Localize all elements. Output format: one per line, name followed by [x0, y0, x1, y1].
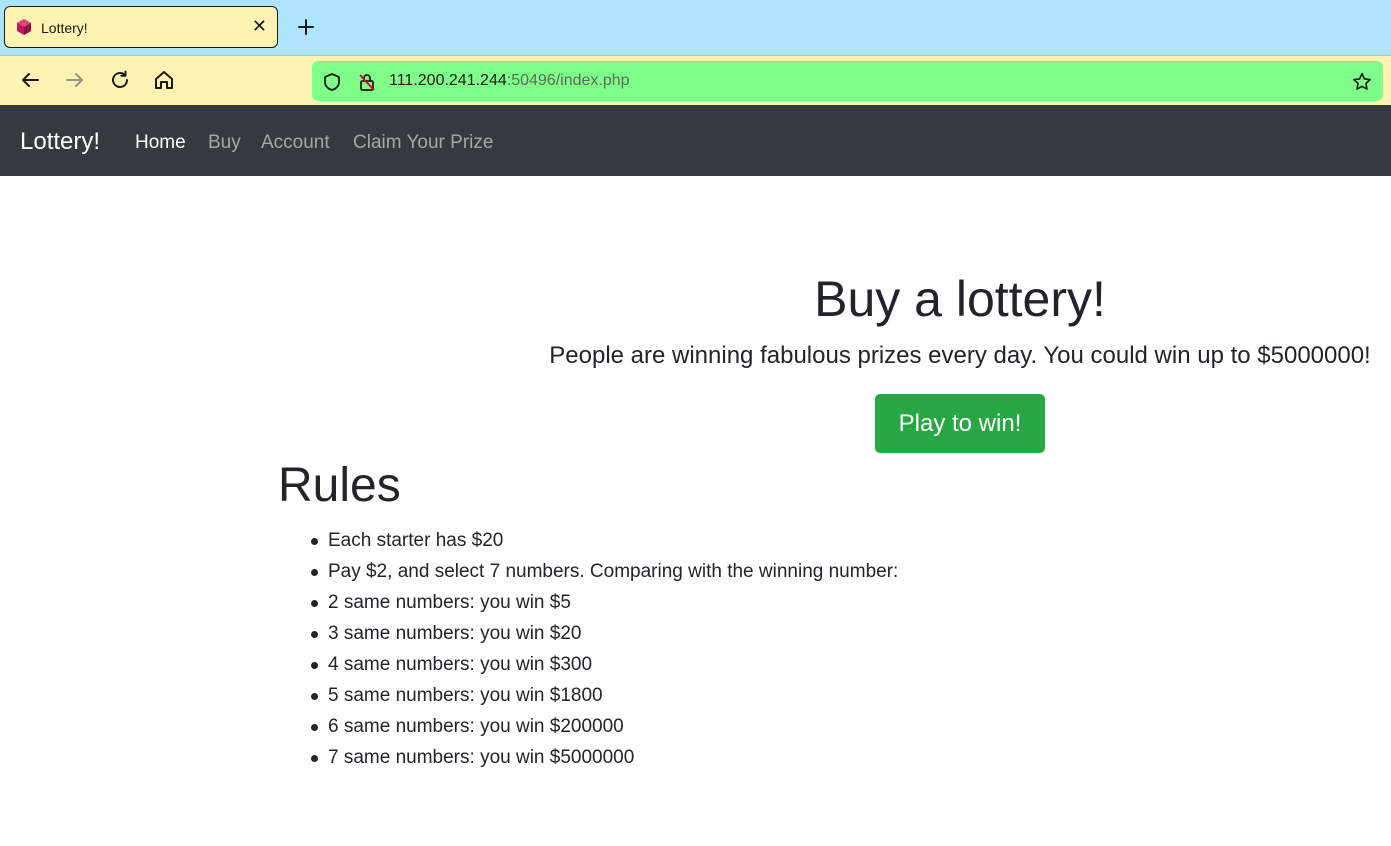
- rule-item: Pay $2, and select 7 numbers. Comparing …: [310, 556, 898, 587]
- rule-item: Each starter has $20: [310, 525, 898, 556]
- rule-item: 6 same numbers: you win $200000: [310, 711, 898, 742]
- rule-item: 5 same numbers: you win $1800: [310, 680, 898, 711]
- rule-item: 7 same numbers: you win $5000000: [310, 742, 898, 773]
- rules-heading: Rules: [278, 459, 401, 512]
- tab-title: Lottery!: [41, 20, 88, 36]
- plus-icon[interactable]: [294, 15, 318, 39]
- url-host: 111.200.241.244: [389, 72, 507, 89]
- hexagon-favicon-icon: [17, 19, 31, 35]
- nav-item-home[interactable]: Home: [135, 131, 186, 155]
- rule-item: 2 same numbers: you win $5: [310, 587, 898, 618]
- site-navbar: Lottery! Home Buy Account Claim Your Pri…: [0, 105, 1391, 176]
- browser-toolbar: 111.200.241.244:50496/index.php: [0, 55, 1391, 105]
- rule-item: 4 same numbers: you win $300: [310, 649, 898, 680]
- rule-item: 3 same numbers: you win $20: [310, 618, 898, 649]
- url-path: :50496/index.php: [506, 72, 630, 89]
- hero-lead: People are winning fabulous prizes every…: [549, 342, 1371, 369]
- hero-title: Buy a lottery!: [814, 271, 1106, 327]
- url-text[interactable]: 111.200.241.244:50496/index.php: [389, 71, 630, 91]
- browser-tabstrip: Lottery! ✕: [0, 0, 1391, 55]
- nav-item-buy[interactable]: Buy: [208, 131, 241, 155]
- shield-icon[interactable]: [322, 72, 342, 92]
- url-bar[interactable]: 111.200.241.244:50496/index.php: [312, 61, 1383, 101]
- arrow-right-icon[interactable]: [63, 68, 87, 92]
- arrow-left-icon[interactable]: [18, 68, 42, 92]
- reload-icon[interactable]: [108, 68, 132, 92]
- star-icon[interactable]: [1351, 71, 1373, 93]
- close-icon[interactable]: ✕: [252, 16, 267, 36]
- nav-item-account[interactable]: Account: [261, 131, 330, 155]
- home-icon[interactable]: [152, 68, 176, 92]
- lock-slash-icon[interactable]: [357, 72, 377, 92]
- rules-list: Each starter has $20 Pay $2, and select …: [288, 525, 898, 773]
- navbar-brand[interactable]: Lottery!: [20, 127, 100, 157]
- nav-item-claim-your-prize[interactable]: Claim Your Prize: [353, 131, 493, 155]
- browser-tab[interactable]: Lottery! ✕: [4, 6, 278, 48]
- play-to-win-button[interactable]: Play to win!: [875, 394, 1045, 453]
